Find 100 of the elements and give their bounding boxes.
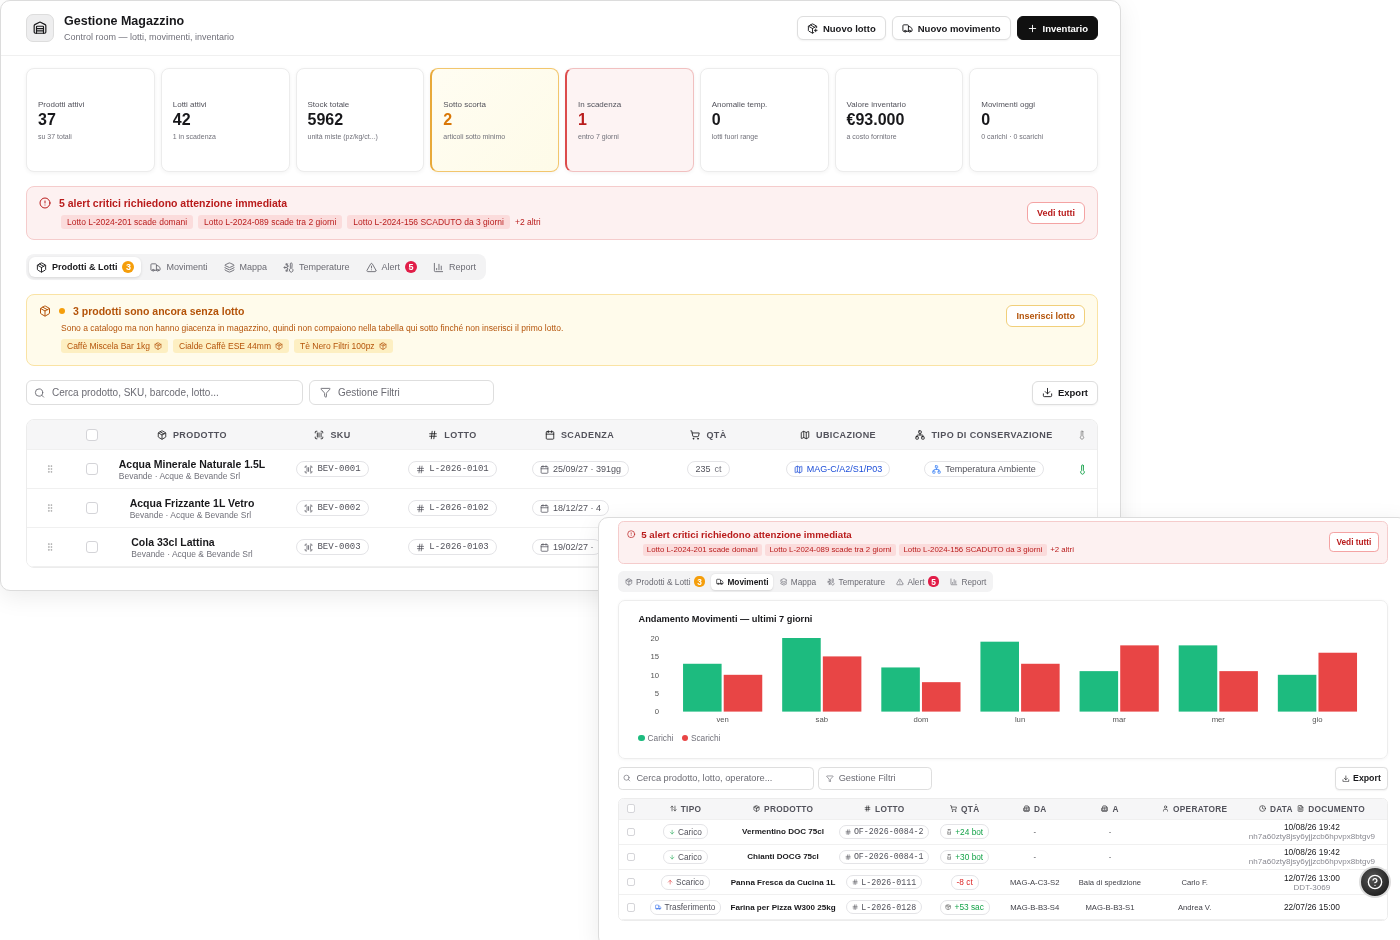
filter-button[interactable]: Gestione Filtri [818, 766, 933, 790]
product-chip[interactable]: Cialde Caffè ESE 44mm [173, 339, 289, 353]
action-button[interactable]: Inventario [1016, 16, 1098, 40]
tab[interactable]: Alert 5 [891, 573, 944, 591]
view-all-button[interactable]: Vedi tutti [1027, 202, 1085, 224]
stat-label: Lotti attivi [172, 100, 208, 109]
tab[interactable]: Mappa [774, 573, 822, 591]
movement-type-tag: Carico [662, 849, 708, 865]
filter-icon [320, 387, 331, 398]
product-chip[interactable]: Tè Nero Filtri 100pz [293, 339, 393, 353]
search-icon [34, 387, 45, 398]
scan-icon [304, 464, 314, 474]
tab[interactable]: Alert 5 [358, 257, 425, 277]
column-header: OPERATORE [1173, 803, 1228, 814]
operator-name: Andrea V. [1177, 902, 1212, 912]
tab[interactable]: Mappa [216, 257, 275, 277]
sku-tag: BEV-0001 [296, 461, 369, 477]
row-checkbox[interactable] [86, 463, 98, 475]
hash-icon [416, 542, 426, 552]
tab[interactable]: Movimenti [711, 573, 774, 591]
row-checkbox[interactable] [626, 852, 636, 862]
alert-chip[interactable]: Lotto L-2024-089 scade tra 2 giorni [765, 544, 896, 556]
row-checkbox[interactable] [626, 877, 636, 887]
stat-label: Valore inventario [846, 100, 907, 109]
sku-tag: BEV-0003 [296, 539, 369, 555]
movement-date: 22/07/26 15:00 [1283, 902, 1340, 913]
row-checkbox[interactable] [86, 541, 98, 553]
axis-tick-label: 15 [650, 651, 660, 661]
scan-icon [314, 429, 325, 440]
alert-chip[interactable]: Lotto L-2024-156 SCADUTO da 3 giorni [899, 544, 1047, 556]
tab[interactable]: Prodotti & Lotti 3 [29, 257, 142, 277]
tab[interactable]: Movimenti [143, 257, 215, 277]
axis-tick-label: 5 [655, 688, 660, 698]
export-button[interactable]: Export [1031, 380, 1098, 405]
map-icon [793, 464, 803, 474]
select-all-checkbox[interactable] [626, 804, 636, 813]
count-badge: 5 [928, 576, 940, 588]
legend-item: Scarichi [681, 732, 721, 743]
filter-button[interactable]: Gestione Filtri [309, 380, 494, 405]
hash-icon [416, 464, 426, 474]
sku-tag: BEV-0002 [296, 500, 369, 516]
stat-value: 5962 [307, 111, 345, 129]
alert-chip[interactable]: Lotto L-2024-201 scade domani [642, 544, 762, 556]
product-name: Cola 33cl Lattina [131, 535, 215, 548]
tab[interactable]: Report [426, 257, 484, 277]
network-icon [932, 464, 942, 474]
row-checkbox[interactable] [626, 903, 636, 912]
row-checkbox[interactable] [86, 502, 98, 514]
search-field[interactable]: Cerca prodotto, SKU, barcode, lotto... [26, 380, 303, 405]
axis-tick-label: 20 [650, 633, 660, 643]
search-field[interactable]: Cerca prodotto, lotto, operatore... [617, 766, 814, 790]
alert-chip[interactable]: Lotto L-2024-156 SCADUTO da 3 giorni [347, 215, 510, 229]
product-name: Farina per Pizza W300 25kg [730, 902, 836, 912]
status-dot [59, 308, 65, 314]
package-icon [154, 342, 162, 350]
action-button[interactable]: Nuovo movimento [891, 16, 1011, 40]
column-header: A [1112, 803, 1119, 814]
product-chip[interactable]: Caffè Miscela Bar 1kg [61, 339, 168, 353]
destination-location: MAG-B-B3-S1 [1085, 902, 1135, 912]
export-button[interactable]: Export [1334, 767, 1389, 790]
axis-category-label: dom [913, 714, 929, 724]
bar-chart-icon [433, 261, 445, 273]
movement-type-tag: Carico [662, 824, 708, 840]
bar [724, 674, 763, 712]
download-icon [1041, 387, 1053, 398]
stat-value: 0 [711, 111, 722, 129]
column-header: SCADENZA [560, 429, 615, 440]
map-icon [800, 429, 810, 440]
column-header: LOTTO [444, 429, 477, 440]
hash-icon [428, 429, 439, 440]
legend-item: Carichi [638, 732, 674, 743]
product-name: Panna Fresca da Cucina 1L [730, 877, 836, 887]
stat-value: 0 [981, 111, 992, 129]
quantity-tag: 235 ct [687, 461, 730, 477]
tab[interactable]: Prodotti & Lotti 3 [620, 573, 710, 591]
chart-title: Andamento Movimenti — ultimi 7 giorni [638, 613, 814, 624]
view-all-button[interactable]: Vedi tutti [1329, 532, 1379, 553]
tab[interactable]: Temperature [276, 257, 357, 277]
tab[interactable]: Temperature [822, 573, 890, 591]
product-name: Vermentino DOC 75cl [742, 827, 824, 837]
select-all-checkbox[interactable] [86, 428, 98, 441]
row-checkbox[interactable] [626, 827, 636, 836]
insert-lot-button[interactable]: Inserisci lotto [1006, 305, 1085, 327]
tab[interactable]: Report [945, 573, 992, 591]
warning-icon [365, 261, 377, 273]
operator-name: Carlo F. [1181, 877, 1208, 887]
more-alerts-text: +2 altri [1050, 545, 1074, 555]
stat-value: €93.000 [846, 111, 906, 129]
alert-chip[interactable]: Lotto L-2024-201 scade domani [61, 215, 194, 229]
column-header: QTÀ [706, 429, 727, 440]
destination-location: Baia di spedizione [1078, 877, 1142, 887]
calendar-icon [540, 464, 549, 474]
action-button[interactable]: Nuovo lotto [796, 16, 886, 40]
column-header: TIPO DI CONSERVAZIONE [931, 429, 1053, 440]
lot-tag: L-2026-0101 [408, 461, 497, 477]
product-category: Bevande · Acque & Bevande Srl [131, 548, 253, 559]
storage-tag: Temperatura Ambiente [924, 461, 1044, 477]
alert-chip[interactable]: Lotto L-2024-089 scade tra 2 giorni [198, 215, 343, 229]
column-header: UBICAZIONE [816, 429, 876, 440]
plus-icon [1026, 22, 1038, 34]
